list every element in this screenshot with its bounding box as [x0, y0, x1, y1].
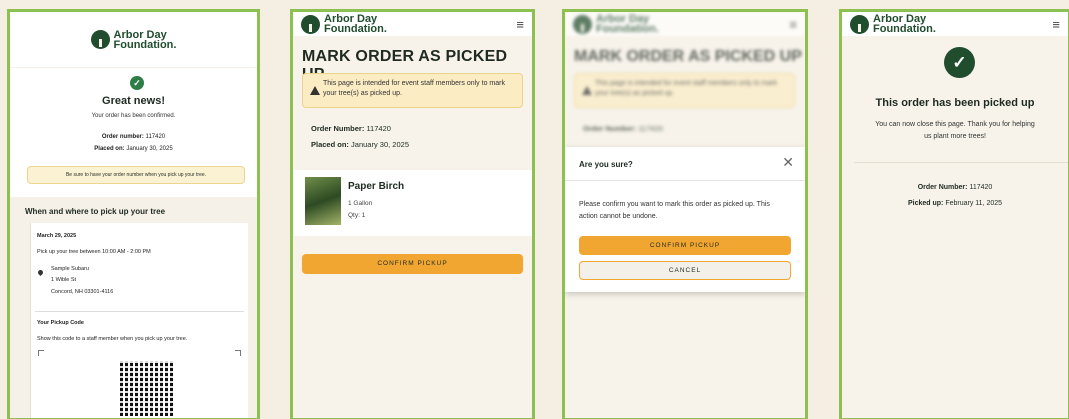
- pickup-details: March 29, 2025 Pick up your tree between…: [30, 223, 248, 418]
- location-pin-icon: [36, 268, 45, 277]
- hamburger-menu-icon[interactable]: ≡: [1052, 18, 1060, 31]
- scan-corner-icon: [38, 350, 44, 356]
- warning-icon: [582, 86, 592, 95]
- pickup-date: March 29, 2025: [37, 233, 77, 239]
- mobile-header: Arbor Day Foundation. ≡: [842, 12, 1068, 36]
- close-icon[interactable]: ✕: [782, 154, 794, 171]
- close-page-text: You can now close this page. Thank you f…: [875, 121, 1035, 140]
- arbor-day-logo[interactable]: Arbor Day Foundation.: [850, 14, 936, 35]
- product-card: Paper Birch 1 Gallon Qty: 1: [293, 170, 532, 236]
- tree-logo-icon: [850, 14, 869, 34]
- confirmation-email-panel: Arbor Day Foundation. ✓ Great news! Your …: [7, 9, 260, 419]
- logo-line2: Foundation.: [113, 38, 177, 51]
- order-number-line: Order number: 117420: [101, 134, 166, 140]
- hamburger-menu-icon: ≡: [789, 16, 797, 32]
- modal-divider: [565, 180, 805, 181]
- great-news-heading: Great news!: [102, 95, 165, 107]
- order-number-line: Order Number: 117420: [917, 184, 993, 191]
- address-line2: Concord, NH 03301-4116: [51, 289, 114, 295]
- warning-icon: [310, 86, 320, 95]
- modal-title: Are you sure?: [579, 160, 633, 169]
- product-qty: Qty: 1: [348, 212, 366, 219]
- confirm-dialog-panel: Arbor Day Foundation. ≡ MARK ORDER AS PIC…: [562, 9, 808, 419]
- pickup-section-title: When and where to pick up your tree: [25, 207, 166, 216]
- warning-text: This page is intended for event staff me…: [595, 80, 777, 97]
- qr-code: [117, 358, 178, 418]
- order-number-line: Order Number: 117420: [311, 124, 391, 133]
- product-name: Paper Birch: [348, 181, 405, 192]
- tree-logo-icon: [301, 14, 320, 34]
- arbor-day-logo: Arbor Day Foundation.: [573, 14, 659, 35]
- picked-up-heading: This order has been picked up: [875, 97, 1035, 109]
- pickup-code-desc: Show this code to a staff member when yo…: [37, 336, 188, 342]
- placed-on-line: Placed on: January 30, 2025: [94, 146, 173, 152]
- mark-pickup-panel: Arbor Day Foundation. ≡ MARK ORDER AS PIC…: [290, 9, 535, 419]
- page-title: MARK ORDER AS PICKED UP: [574, 48, 802, 65]
- staff-warning: This page is intended for event staff me…: [574, 73, 795, 108]
- order-number-note: Be sure to have your order number when y…: [27, 166, 245, 184]
- warning-text: This page is intended for event staff me…: [323, 80, 505, 97]
- product-size: 1 Gallon: [348, 200, 373, 207]
- staff-warning: This page is intended for event staff me…: [302, 73, 523, 108]
- check-circle-icon: ✓: [944, 47, 975, 78]
- scan-corner-icon: [235, 350, 241, 356]
- email-header: Arbor Day Foundation.: [10, 12, 257, 67]
- confirmation-card: ✓ Great news! Your order has been confir…: [10, 68, 257, 197]
- product-image: [305, 177, 341, 225]
- cancel-button[interactable]: CANCEL: [579, 261, 791, 280]
- divider: [854, 162, 1068, 163]
- pickup-code-title: Your Pickup Code: [37, 320, 84, 326]
- location-name: Sample Subaru: [51, 266, 89, 272]
- address-line1: 1 Wible St: [51, 277, 77, 283]
- tree-logo-icon: [90, 30, 110, 49]
- mobile-header: Arbor Day Foundation. ≡: [565, 12, 805, 36]
- confirm-modal: Are you sure? ✕ Please confirm you want …: [565, 147, 805, 292]
- tree-logo-icon: [573, 14, 592, 34]
- confirm-pickup-button[interactable]: CONFIRM PICKUP: [579, 236, 791, 255]
- mobile-header: Arbor Day Foundation. ≡: [293, 12, 532, 36]
- arbor-day-logo: Arbor Day Foundation.: [90, 28, 177, 51]
- hamburger-menu-icon[interactable]: ≡: [516, 18, 524, 31]
- placed-on-line: Placed on: January 30, 2025: [311, 140, 409, 149]
- arbor-day-logo[interactable]: Arbor Day Foundation.: [301, 14, 387, 35]
- picked-up-panel: Arbor Day Foundation. ≡ ✓ This order has …: [839, 9, 1069, 419]
- confirmed-text: Your order has been confirmed.: [91, 113, 176, 119]
- picked-up-line: Picked up: February 11, 2025: [907, 200, 1003, 207]
- logo-line1: Arbor Day: [113, 28, 167, 41]
- divider: [35, 311, 244, 312]
- blurred-background: Arbor Day Foundation. ≡ MARK ORDER AS PIC…: [565, 12, 805, 133]
- confirm-pickup-button[interactable]: CONFIRM PICKUP: [302, 254, 523, 274]
- check-circle-icon: ✓: [130, 76, 144, 90]
- pickup-time: Pick up your tree between 10:00 AM - 2:0…: [37, 249, 151, 255]
- order-number-line: Order Number: 117420: [583, 124, 663, 133]
- modal-body: Please confirm you want to mark this ord…: [579, 201, 770, 220]
